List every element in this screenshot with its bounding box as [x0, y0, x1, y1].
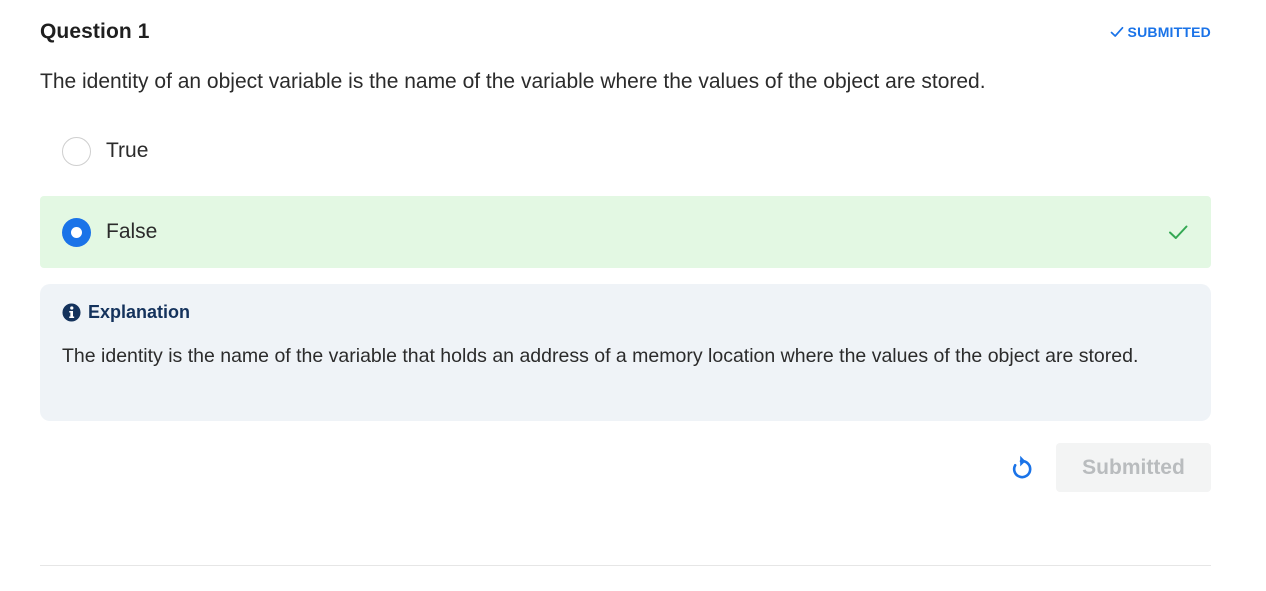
divider — [40, 565, 1211, 566]
option-false[interactable]: False — [40, 196, 1211, 268]
explanation-header: Explanation — [62, 302, 1189, 323]
radio-false[interactable] — [62, 217, 91, 247]
question-title: Question 1 — [40, 20, 150, 43]
question-text: The identity of an object variable is th… — [40, 70, 986, 93]
option-true[interactable]: True — [40, 115, 1211, 187]
explanation-panel: Explanation The identity is the name of … — [40, 284, 1211, 421]
radio-true[interactable] — [62, 136, 91, 166]
option-label: True — [106, 139, 149, 162]
submitted-status-label: SUBMITTED — [1127, 24, 1211, 40]
reset-icon — [1012, 455, 1032, 478]
explanation-heading: Explanation — [88, 302, 191, 322]
explanation-text: The identity is the name of the variable… — [62, 345, 1139, 367]
option-label: False — [106, 220, 158, 243]
correct-check-icon — [1169, 225, 1188, 239]
question-header: Question 1 SUBMITTED — [40, 18, 1211, 46]
check-icon — [1110, 26, 1123, 37]
info-icon — [62, 303, 81, 322]
submit-button[interactable]: Submitted — [1056, 443, 1211, 492]
quiz-question-card: Question 1 SUBMITTED The identity of an … — [0, 0, 1266, 591]
reset-button[interactable] — [1005, 452, 1037, 484]
submitted-status: SUBMITTED — [1110, 24, 1211, 40]
question-actions: Submitted — [1005, 443, 1211, 492]
